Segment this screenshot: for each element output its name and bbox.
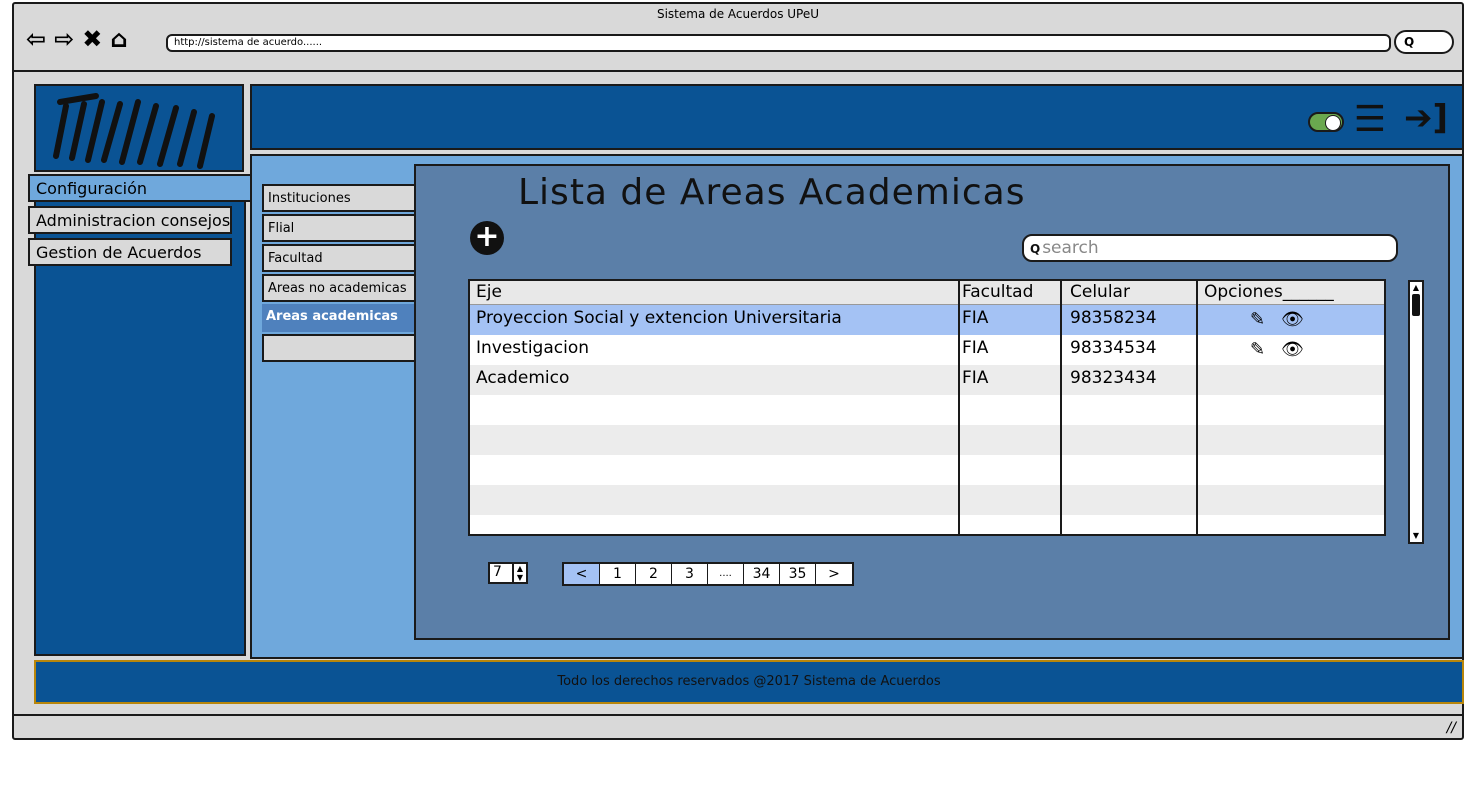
- cell-opciones: ✎ 👁: [1198, 335, 1384, 365]
- empty-row: [470, 425, 1384, 455]
- logout-icon[interactable]: ➔]: [1404, 98, 1448, 138]
- cell-facultad: FIA: [962, 338, 989, 358]
- page-3-button[interactable]: 3: [672, 564, 708, 584]
- subnav-item-areas-no-academicas[interactable]: Areas no academicas: [262, 274, 416, 302]
- page-next-button[interactable]: >: [816, 564, 852, 584]
- back-arrow-icon[interactable]: ⇦: [26, 26, 46, 52]
- empty-row: [470, 455, 1384, 485]
- nav-controls: ⇦ ⇨ ✖ ⌂: [26, 26, 128, 52]
- scroll-thumb[interactable]: [1412, 294, 1420, 316]
- edit-icon[interactable]: ✎: [1250, 309, 1265, 330]
- empty-row: [470, 395, 1384, 425]
- status-bar: [14, 714, 1462, 716]
- page-1-button[interactable]: 1: [600, 564, 636, 584]
- page-34-button[interactable]: 34: [744, 564, 780, 584]
- page-size-stepper[interactable]: 7 ▲ ▼: [488, 562, 528, 584]
- column-header-eje[interactable]: Eje: [470, 281, 960, 304]
- logo-scribble-icon: [53, 93, 215, 169]
- cell-opciones: [1198, 365, 1384, 395]
- cell-eje: Proyeccion Social y extencion Universita…: [476, 308, 842, 328]
- edit-icon[interactable]: ✎: [1250, 339, 1265, 360]
- column-divider: [1060, 281, 1062, 534]
- column-header-celular[interactable]: Celular: [1062, 281, 1198, 304]
- column-divider: [958, 281, 960, 534]
- cell-opciones: ✎ 👁: [1198, 305, 1384, 335]
- sidebar-item-administracion-consejos[interactable]: Administracion consejos: [28, 206, 232, 234]
- table-scrollbar[interactable]: ▲ ▼: [1408, 280, 1424, 544]
- subnav-item-instituciones[interactable]: Instituciones: [262, 184, 416, 212]
- column-header-facultad[interactable]: Facultad: [960, 281, 1062, 304]
- browser-window: Sistema de Acuerdos UPeU ⇦ ⇨ ✖ ⌂ http://…: [12, 2, 1464, 740]
- page-prev-button[interactable]: <: [564, 564, 600, 584]
- page-title: Lista de Areas Academicas: [518, 172, 1026, 213]
- sidebar-item-configuracion[interactable]: Configuración: [28, 174, 250, 202]
- cell-celular: 98334534: [1070, 338, 1157, 358]
- scroll-up-arrow-icon[interactable]: ▲: [1411, 283, 1421, 293]
- page-ellipsis: ....: [708, 564, 744, 584]
- search-icon: Q: [1030, 242, 1041, 256]
- table-row[interactable]: Academico FIA 98323434: [470, 365, 1384, 395]
- stepper-arrows-icon[interactable]: ▲ ▼: [512, 564, 526, 582]
- page-35-button[interactable]: 35: [780, 564, 816, 584]
- url-bar[interactable]: http://sistema de acuerdo......: [166, 34, 1391, 52]
- footer: Todo los derechos reservados @2017 Siste…: [34, 660, 1464, 704]
- eye-icon[interactable]: 👁: [1281, 309, 1304, 330]
- subnav-item-facultad[interactable]: Facultad: [262, 244, 416, 272]
- empty-row: [470, 485, 1384, 515]
- eye-icon[interactable]: 👁: [1281, 339, 1304, 360]
- toolbar-divider: [14, 70, 1462, 72]
- cell-eje: Academico: [476, 368, 570, 388]
- close-icon[interactable]: ✖: [82, 26, 102, 52]
- table-header-row: Eje Facultad Celular Opciones______: [470, 281, 1384, 305]
- column-divider: [1196, 281, 1198, 534]
- home-icon[interactable]: ⌂: [110, 26, 127, 52]
- column-header-opciones[interactable]: Opciones______: [1198, 281, 1384, 304]
- page-2-button[interactable]: 2: [636, 564, 672, 584]
- table-row[interactable]: Proyeccion Social y extencion Universita…: [470, 305, 1384, 335]
- plus-circle-icon[interactable]: +: [470, 221, 504, 255]
- subnav-item-filial[interactable]: Flial: [262, 214, 416, 242]
- browser-search-button[interactable]: Q: [1394, 30, 1454, 54]
- cell-celular: 98358234: [1070, 308, 1157, 328]
- header-bar: ☰ ➔]: [250, 84, 1464, 150]
- cell-celular: 98323434: [1070, 368, 1157, 388]
- cell-eje: Investigacion: [476, 338, 590, 358]
- logo: [34, 84, 244, 172]
- subnav-item-areas-academicas[interactable]: Areas academicas: [262, 304, 416, 332]
- sidebar-item-gestion-acuerdos[interactable]: Gestion de Acuerdos: [28, 238, 232, 266]
- search-input[interactable]: Qsearch: [1022, 234, 1398, 262]
- scroll-down-arrow-icon[interactable]: ▼: [1411, 531, 1421, 541]
- window-title: Sistema de Acuerdos UPeU: [656, 7, 820, 21]
- subnav-item-empty[interactable]: [262, 334, 416, 362]
- cell-facultad: FIA: [962, 308, 989, 328]
- toggle-switch-icon[interactable]: [1308, 112, 1344, 132]
- search-placeholder: search: [1042, 238, 1099, 258]
- cell-facultad: FIA: [962, 368, 989, 388]
- main-content: Lista de Areas Academicas + Qsearch Eje …: [414, 164, 1450, 640]
- menu-icon[interactable]: ☰: [1354, 100, 1386, 140]
- table-row[interactable]: Investigacion FIA 98334534 ✎ 👁: [470, 335, 1384, 365]
- pagination: < 1 2 3 .... 34 35 >: [562, 562, 854, 586]
- areas-table: Eje Facultad Celular Opciones______ Proy…: [468, 279, 1386, 536]
- forward-arrow-icon[interactable]: ⇨: [54, 26, 74, 52]
- resize-handle-icon[interactable]: //: [1447, 720, 1456, 736]
- page-size-value: 7: [493, 564, 502, 580]
